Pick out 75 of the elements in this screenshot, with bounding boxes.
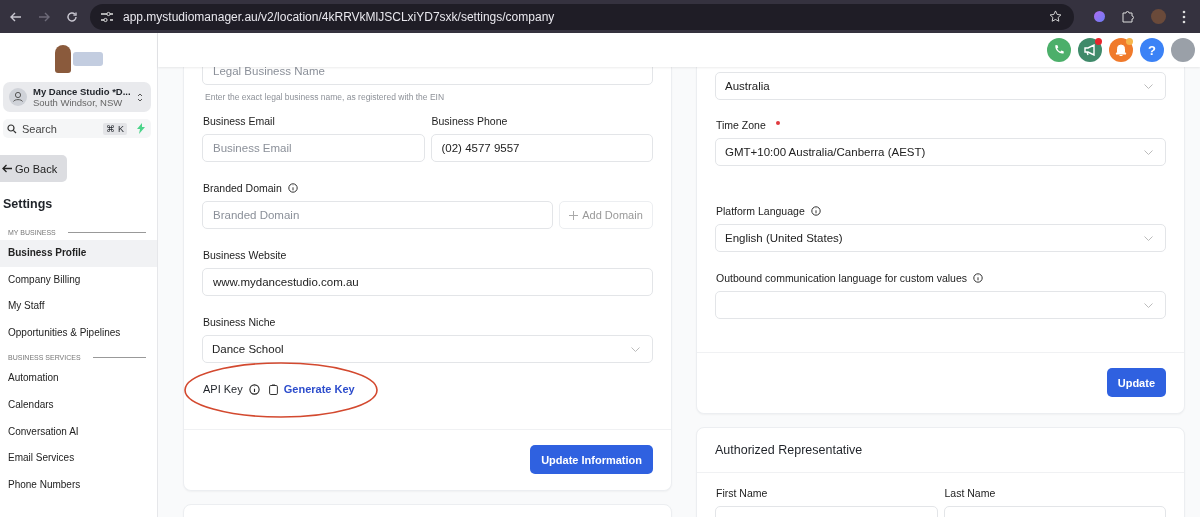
- chevron-down-icon: [631, 346, 640, 352]
- field-label: Platform Language: [716, 205, 805, 217]
- country-select[interactable]: Australia: [715, 72, 1166, 100]
- field-label: First Name: [716, 487, 769, 499]
- bell-icon: [1115, 43, 1127, 57]
- chevron-down-icon: [1144, 235, 1153, 241]
- update-information-button[interactable]: Update Information: [530, 445, 653, 474]
- star-icon[interactable]: [1049, 10, 1062, 23]
- update-button[interactable]: Update: [1106, 368, 1166, 397]
- url-text: app.mystudiomanager.au/v2/location/4kRRVkMlJSCLxiYD7sxk/settings/company: [123, 9, 556, 24]
- phone-button[interactable]: [1047, 38, 1071, 62]
- more-icon[interactable]: [1182, 9, 1186, 24]
- api-key-label: API Key: [203, 383, 243, 395]
- info-icon[interactable]: [287, 183, 298, 193]
- account-switcher[interactable]: My Dance Studio *D... South Windsor, NSW: [3, 82, 151, 112]
- user-avatar[interactable]: [1171, 38, 1195, 62]
- time-zone-select[interactable]: GMT+10:00 Australia/Canberra (AEST): [715, 138, 1166, 166]
- forward-icon[interactable]: [38, 10, 50, 23]
- generate-key-link[interactable]: Generate Key: [283, 383, 355, 395]
- search-placeholder: Search: [22, 122, 58, 135]
- shortcut-hint: ⌘ K: [103, 122, 127, 135]
- megaphone-button[interactable]: [1078, 38, 1102, 62]
- sidebar-item[interactable]: Conversation AI: [0, 418, 157, 446]
- legal-name-hint: Enter the exact legal business name, as registered with the EIN: [205, 92, 446, 102]
- site-settings-icon[interactable]: [100, 10, 114, 23]
- chevron-down-icon: [1144, 149, 1153, 155]
- account-name: My Dance Studio *D...: [33, 86, 131, 97]
- field-label: Time Zone: [716, 119, 766, 131]
- account-location: South Windsor, NSW: [33, 97, 124, 108]
- puzzle-icon[interactable]: [1121, 9, 1135, 24]
- sidebar-item[interactable]: Phone Numbers: [0, 471, 157, 499]
- sidebar-item[interactable]: Automation: [0, 365, 157, 392]
- chevron-down-icon: [1144, 302, 1153, 308]
- help-button[interactable]: ?: [1140, 38, 1164, 62]
- field-label: Last Name: [944, 487, 997, 499]
- address-bar[interactable]: app.mystudiomanager.au/v2/location/4kRRVkMlJSCLxiYD7sxk/settings/company: [90, 3, 1074, 30]
- phone-field[interactable]: (02) 4577 9557: [430, 134, 653, 162]
- back-icon[interactable]: [10, 10, 22, 23]
- legal-name-field[interactable]: Legal Business Name: [202, 67, 653, 85]
- sidebar-item[interactable]: Business Profile: [0, 240, 157, 267]
- field-label: Business Website: [203, 249, 288, 261]
- platform-language-select[interactable]: English (United States): [715, 224, 1166, 252]
- go-back-button[interactable]: Go Back: [0, 155, 67, 182]
- field-label: Business Email: [203, 115, 276, 127]
- sidebar-item[interactable]: My Staff: [0, 293, 157, 320]
- website-field[interactable]: www.mydancestudio.com.au: [202, 268, 653, 296]
- sidebar-item[interactable]: Company Billing: [0, 266, 157, 294]
- field-label: Outbound communication language for custom values: [716, 272, 967, 284]
- card-title: Authorized Representative: [697, 428, 1184, 473]
- megaphone-icon: [1083, 44, 1097, 56]
- niche-select[interactable]: Dance School: [202, 335, 653, 363]
- user-icon: [9, 88, 27, 106]
- arrow-left-icon: [2, 164, 13, 173]
- extension-icon[interactable]: [1094, 11, 1105, 22]
- sidebar-item[interactable]: Email Services: [0, 445, 157, 472]
- email-field[interactable]: Business Email: [202, 134, 425, 162]
- plus-icon: [569, 210, 579, 220]
- chevron-updown-icon: [137, 91, 143, 103]
- phone-icon: [1053, 44, 1065, 56]
- field-label: Business Phone: [431, 115, 509, 127]
- settings-heading: Settings: [3, 197, 54, 211]
- bell-button[interactable]: [1109, 38, 1133, 62]
- reload-icon[interactable]: [66, 10, 78, 23]
- field-label: Business Niche: [203, 316, 277, 328]
- search-icon: [7, 123, 17, 134]
- info-icon[interactable]: [973, 273, 983, 283]
- info-icon[interactable]: [810, 206, 821, 216]
- branded-domain-field[interactable]: Branded Domain: [202, 201, 553, 229]
- chevron-down-icon: [1144, 83, 1153, 89]
- sidebar-item[interactable]: Opportunities & Pipelines: [0, 319, 157, 347]
- clipboard-icon: [268, 383, 278, 395]
- search-field[interactable]: Search ⌘ K: [3, 119, 151, 138]
- info-icon[interactable]: [248, 383, 260, 395]
- field-label: Branded Domain: [203, 182, 282, 194]
- sidebar-item[interactable]: Calendars: [0, 391, 157, 419]
